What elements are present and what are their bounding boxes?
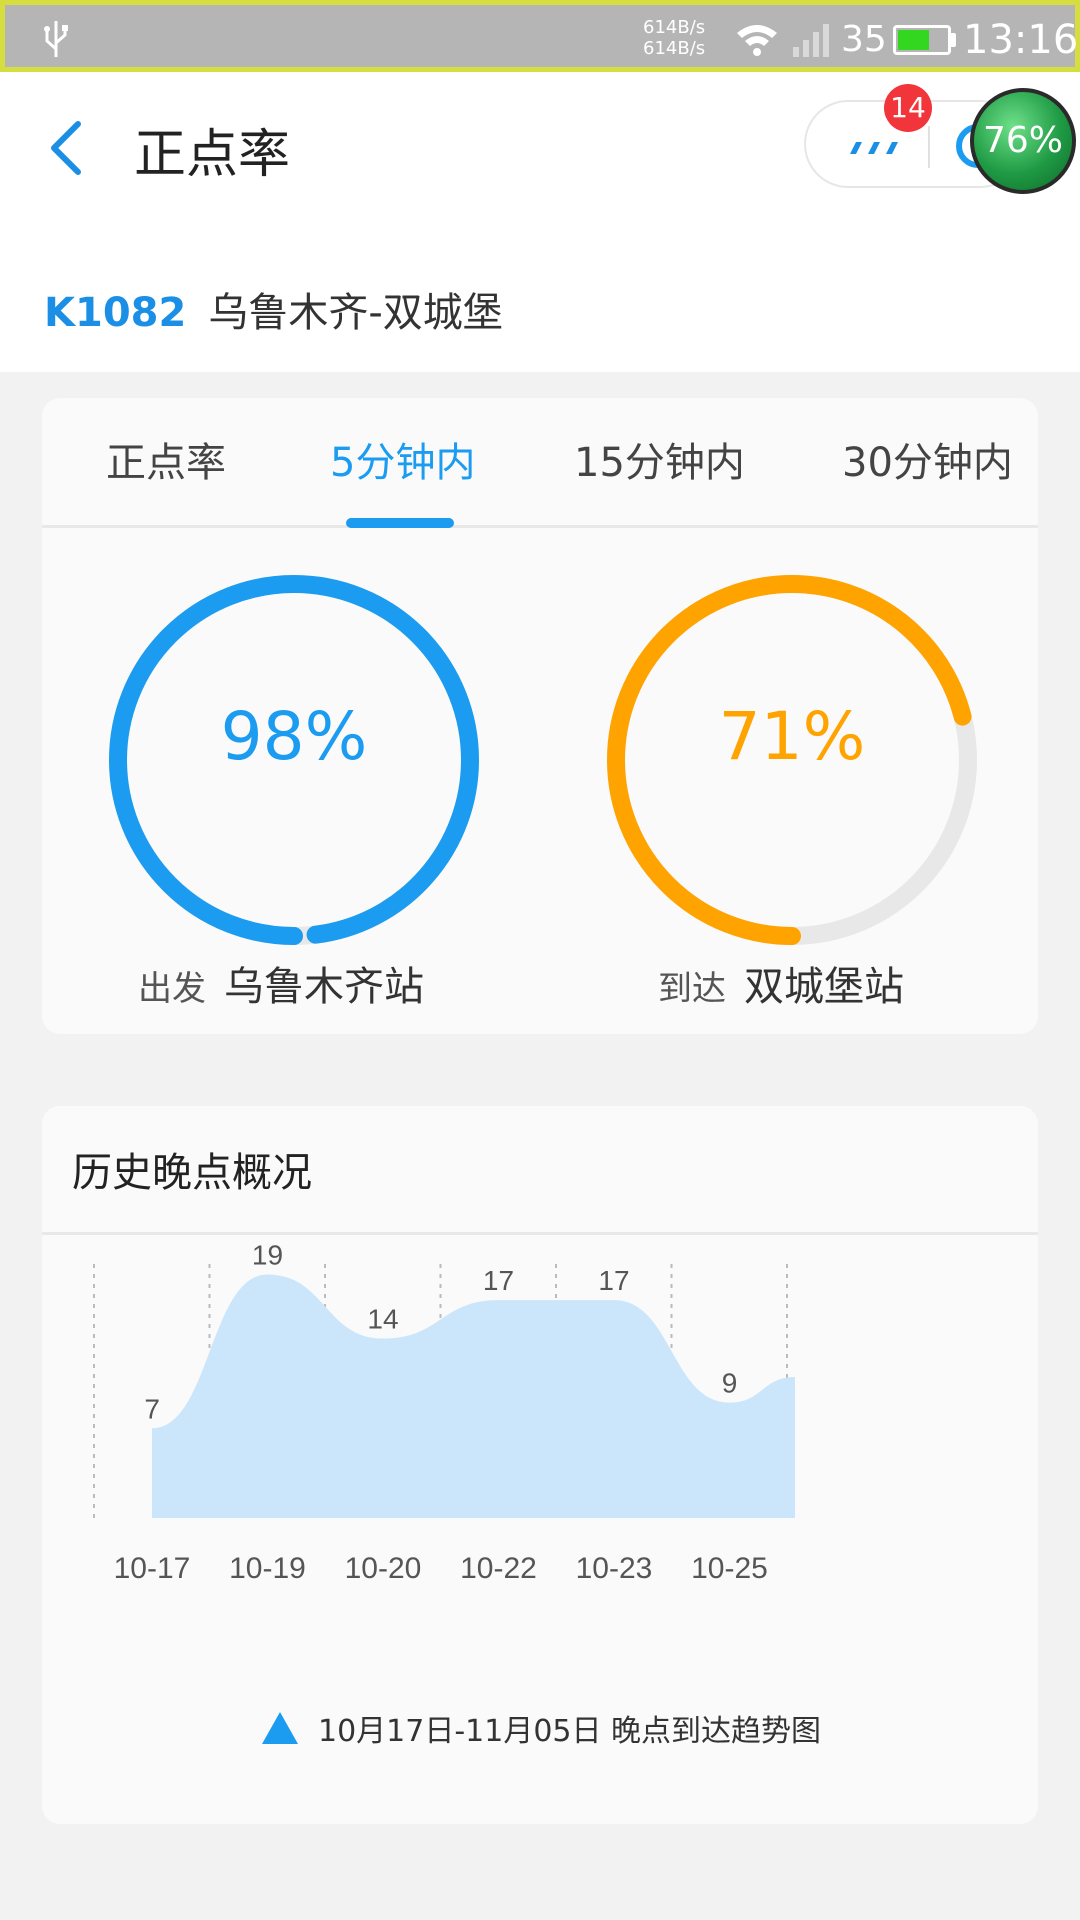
departure-tag: 出发	[138, 969, 206, 1009]
page-title: 正点率	[134, 125, 291, 185]
cell-signal-icon	[793, 24, 829, 57]
arrival-station-name: 双城堡站	[744, 964, 904, 1010]
x-tick-label: 10-20	[345, 1552, 422, 1585]
download-speed: 614B/s	[643, 38, 706, 59]
data-label: 19	[252, 1239, 283, 1270]
data-label: 17	[483, 1265, 514, 1296]
data-label: 7	[144, 1393, 160, 1424]
floating-memory-ball[interactable]: 76%	[970, 88, 1076, 194]
status-bar: 614B/s 614B/s 35 13:16	[0, 0, 1080, 72]
train-route: 乌鲁木齐-双城堡	[208, 290, 503, 336]
history-divider	[42, 1232, 1038, 1235]
x-tick-label: 10-23	[576, 1552, 653, 1585]
legend-label: 10月17日-11月05日 晚点到达趋势图	[318, 1714, 822, 1749]
punctuality-card: 正点率 5分钟内 15分钟内 30分钟内 98% 出发 乌鲁木齐站 71% 到达双…	[42, 398, 1038, 1034]
battery-icon	[893, 25, 951, 55]
history-delay-card: 历史晚点概况 7 19 14 17 17 9 10-17 10-19 10-20 10-22 10-…	[42, 1106, 1038, 1824]
x-tick-label: 10-22	[460, 1552, 537, 1585]
data-label: 14	[367, 1304, 398, 1335]
battery-level	[898, 30, 930, 50]
arrival-tag: 到达	[658, 969, 726, 1009]
history-title: 历史晚点概况	[72, 1150, 312, 1196]
wifi-icon	[737, 25, 777, 56]
departure-station-name: 乌鲁木齐站	[224, 964, 424, 1010]
tab-within-30-min[interactable]: 30分钟内	[842, 430, 1013, 488]
x-tick-label: 10-17	[114, 1552, 191, 1585]
chart-legend: 10月17日-11月05日 晚点到达趋势图	[262, 1706, 821, 1750]
network-speed: 614B/s 614B/s	[643, 17, 705, 59]
signal-number: 35	[841, 19, 887, 60]
notification-badge[interactable]: 14	[884, 84, 932, 132]
departure-percent: 98%	[220, 698, 368, 775]
data-label: 9	[722, 1368, 738, 1399]
legend-triangle-icon	[262, 1712, 298, 1744]
battery-tip	[951, 33, 956, 47]
delay-trend-area-chart: 7 19 14 17 17 9 10-17 10-19 10-20 10-22 10-23 10-25	[93, 1239, 795, 1585]
departure-station: 出发 乌鲁木齐站	[138, 954, 424, 1012]
x-tick-label: 10-25	[691, 1552, 768, 1585]
x-tick-label: 10-19	[229, 1552, 306, 1585]
tab-within-15-min[interactable]: 15分钟内	[574, 430, 745, 488]
arrival-percent: 71%	[718, 698, 866, 775]
arrival-station: 到达 双城堡站	[658, 954, 904, 1012]
capsule-divider	[928, 126, 930, 168]
usb-icon	[44, 21, 68, 57]
data-label: 17	[598, 1265, 629, 1296]
tab-bar: 正点率 5分钟内 15分钟内 30分钟内	[42, 398, 1038, 528]
train-info: K1082 乌鲁木齐-双城堡	[44, 280, 503, 338]
back-arrow-icon[interactable]	[46, 118, 86, 178]
area-series	[152, 1274, 795, 1518]
tab-within-5-min[interactable]: 5分钟内	[330, 430, 475, 488]
train-number: K1082	[44, 290, 187, 336]
active-tab-indicator	[346, 518, 454, 528]
clock: 13:16	[963, 17, 1079, 63]
more-icon[interactable]	[846, 140, 906, 156]
upload-speed: 614B/s	[643, 17, 706, 38]
tab-punctuality[interactable]: 正点率	[106, 430, 226, 488]
